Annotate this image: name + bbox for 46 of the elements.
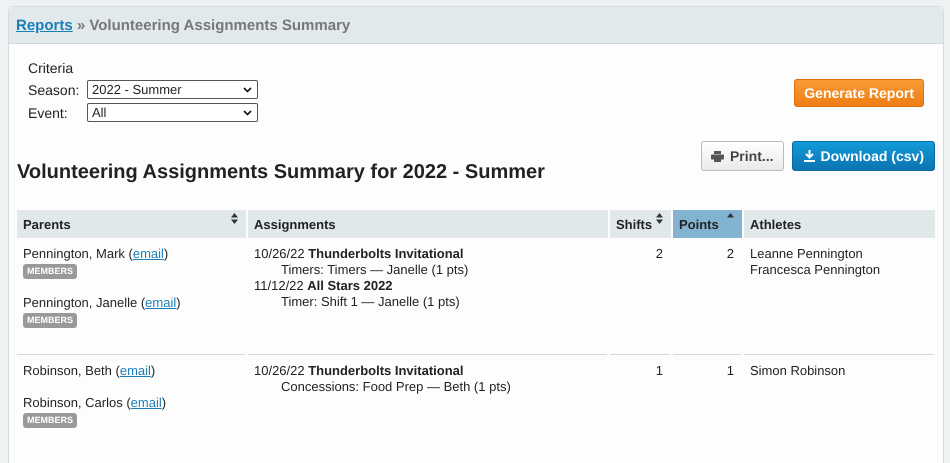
column-header[interactable]: Assignments [248,210,608,238]
members-badge: MEMBERS [23,413,78,428]
chevron-down-icon [243,110,252,116]
print-button[interactable]: Print... [700,141,784,171]
parent-name: Robinson, Beth (email) [23,363,156,379]
download-icon [804,150,815,162]
parent-name: Robinson, Carlos (email) [23,395,168,411]
shifts-count: 2 [656,246,663,261]
parent-name: Pennington, Janelle (email) [23,295,182,311]
printer-icon [710,150,724,162]
email-link[interactable]: email [130,395,162,410]
athlete-name: Francesca Pennington [750,262,882,278]
email-link[interactable]: email [145,295,176,310]
athlete-name: Simon Robinson [750,363,846,379]
column-header[interactable]: Athletes [744,210,935,238]
event-line: 10/26/22 Thunderbolts Invitational [254,246,464,262]
members-badge: MEMBERS [23,264,78,279]
column-header[interactable]: Parents [17,210,246,238]
email-link[interactable]: email [120,363,151,378]
column-header[interactable]: Points [673,210,742,238]
athlete-name: Leanne Pennington [750,246,864,262]
event-line: 11/12/22 All Stars 2022 [254,278,394,294]
dropdown[interactable]: All [87,103,258,122]
email-link[interactable]: email [132,246,164,261]
assignment-detail: Timers: Timers — Janelle (1 pts) [280,262,470,278]
download-button[interactable]: Download (csv) [792,141,935,171]
sort-icon [231,213,238,224]
points-count: 1 [726,363,734,378]
points-count: 2 [726,246,734,261]
breadcrumb: Reports » Volunteering Assignments Summary [16,16,350,34]
reports-link[interactable]: Reports [16,16,73,34]
sort-ascending-icon [727,213,734,218]
members-badge: MEMBERS [23,313,78,328]
chevron-down-icon [243,86,252,92]
assignment-detail: Concessions: Food Prep — Beth (1 pts) [280,379,512,395]
field-label: Season: [28,82,80,98]
shifts-count: 1 [656,363,663,378]
criteria-heading: Criteria [28,60,74,76]
sort-icon [656,213,663,224]
field-label: Event: [28,104,69,120]
column-header[interactable]: Shifts [610,210,671,238]
assignment-detail: Timer: Shift 1 — Janelle (1 pts) [280,294,461,310]
parent-name: Pennington, Mark (email) [23,246,170,262]
dropdown[interactable]: 2022 - Summer [87,80,258,99]
report-title: Volunteering Assignments Summary for 2022 - Summer [17,161,545,184]
event-line: 10/26/22 Thunderbolts Invitational [254,363,464,379]
